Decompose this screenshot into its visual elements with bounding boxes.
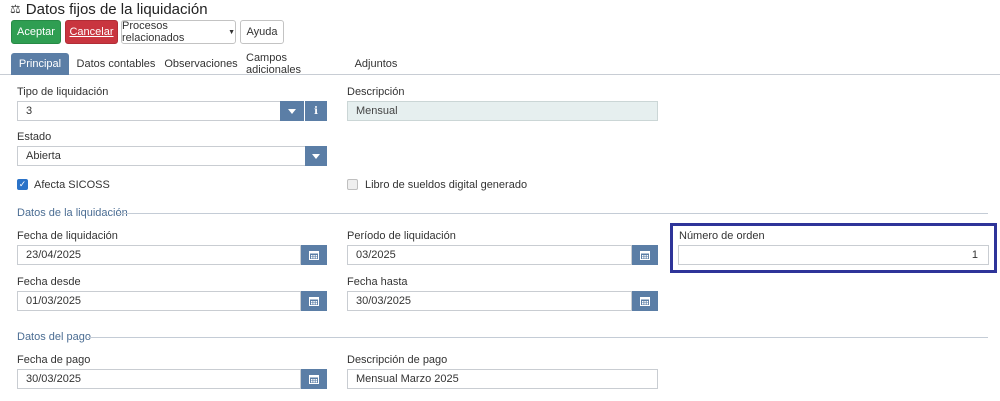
numero-orden-label: Número de orden	[679, 230, 765, 242]
fecha-liquidacion-value: 23/04/2025	[26, 249, 82, 261]
calendar-icon	[309, 297, 319, 306]
section-datos-pago: Datos del pago	[17, 331, 91, 343]
libro-sueldos-label: Libro de sueldos digital generado	[365, 179, 528, 191]
tab-label: Adjuntos	[354, 58, 398, 70]
fecha-hasta-input[interactable]: 30/03/2025	[347, 291, 632, 311]
page-title-text: Datos fijos de la liquidación	[25, 0, 208, 18]
fecha-hasta-label: Fecha hasta	[347, 276, 408, 288]
numero-orden-value: 1	[971, 249, 978, 261]
descripcion-pago-label: Descripción de pago	[347, 354, 448, 366]
section-divider	[117, 213, 988, 214]
caret-down-icon	[312, 153, 320, 159]
periodo-liquidacion-label: Período de liquidación	[347, 230, 456, 242]
cancelar-button-label: Cancelar	[69, 26, 114, 38]
fecha-liquidacion-calendar-button[interactable]	[301, 245, 327, 265]
procesos-relacionados-label: Procesos relacionados	[122, 20, 185, 44]
calendar-icon	[309, 251, 319, 260]
tab-campos-adicionales[interactable]: Campos adicionales	[246, 52, 340, 76]
descripcion-pago-value: Mensual Marzo 2025	[356, 373, 459, 385]
calendar-icon	[640, 297, 650, 306]
ayuda-button[interactable]: Ayuda	[240, 20, 284, 44]
section-divider	[88, 337, 988, 338]
fecha-hasta-value: 30/03/2025	[356, 295, 412, 307]
fecha-desde-value: 01/03/2025	[26, 295, 82, 307]
procesos-relacionados-dropdown[interactable]: Procesos relacionados ▼	[121, 20, 236, 44]
tab-adjuntos[interactable]: Adjuntos	[347, 53, 405, 75]
periodo-liquidacion-value: 03/2025	[356, 249, 396, 261]
tab-label: Principal	[18, 58, 62, 70]
descripcion-pago-input[interactable]: Mensual Marzo 2025	[347, 369, 658, 389]
aceptar-button[interactable]: Aceptar	[11, 20, 61, 44]
fecha-liquidacion-label: Fecha de liquidación	[17, 230, 118, 242]
tipo-liquidacion-dropdown-button[interactable]	[280, 101, 304, 121]
tab-bar: Principal Datos contables Observaciones …	[0, 52, 1000, 76]
libro-sueldos-checkbox[interactable]	[347, 179, 358, 190]
tipo-liquidacion-value: 3	[26, 105, 33, 117]
info-button[interactable]: i	[305, 101, 327, 121]
fecha-pago-label: Fecha de pago	[17, 354, 91, 366]
caret-down-icon: ▼	[228, 28, 235, 36]
balance-scale-icon: ⚖	[10, 2, 21, 16]
afecta-sicoss-checkbox[interactable]: ✓	[17, 179, 28, 190]
fecha-pago-value: 30/03/2025	[26, 373, 82, 385]
ayuda-button-label: Ayuda	[246, 26, 278, 38]
aceptar-button-label: Aceptar	[17, 26, 55, 38]
calendar-icon	[309, 375, 319, 384]
fecha-pago-calendar-button[interactable]	[301, 369, 327, 389]
tab-label: Observaciones	[164, 58, 238, 70]
tipo-liquidacion-field[interactable]: 3	[17, 101, 281, 121]
tab-observaciones[interactable]: Observaciones	[163, 53, 239, 75]
tab-label: Datos contables	[76, 58, 156, 70]
periodo-liquidacion-calendar-button[interactable]	[632, 245, 658, 265]
check-icon: ✓	[18, 179, 27, 189]
page-title: ⚖ Datos fijos de la liquidación	[10, 0, 208, 18]
estado-dropdown-button[interactable]	[305, 146, 327, 166]
tab-principal[interactable]: Principal	[11, 53, 69, 75]
descripcion-field: Mensual	[347, 101, 658, 121]
estado-select[interactable]: Abierta	[17, 146, 306, 166]
fecha-pago-input[interactable]: 30/03/2025	[17, 369, 301, 389]
estado-value: Abierta	[26, 150, 61, 162]
tipo-liquidacion-label: Tipo de liquidación	[17, 86, 109, 98]
fecha-desde-calendar-button[interactable]	[301, 291, 327, 311]
fecha-desde-input[interactable]: 01/03/2025	[17, 291, 301, 311]
tab-label: Campos adicionales	[246, 52, 302, 76]
section-datos-liquidacion: Datos de la liquidación	[17, 207, 128, 219]
calendar-icon	[640, 251, 650, 260]
descripcion-label: Descripción	[347, 86, 405, 98]
info-icon: i	[314, 105, 318, 117]
estado-label: Estado	[17, 131, 52, 143]
fecha-desde-label: Fecha desde	[17, 276, 81, 288]
caret-down-icon	[288, 108, 296, 114]
tab-datos-contables[interactable]: Datos contables	[76, 53, 156, 75]
numero-orden-input[interactable]: 1	[678, 245, 989, 265]
fecha-hasta-calendar-button[interactable]	[632, 291, 658, 311]
afecta-sicoss-label: Afecta SICOSS	[34, 179, 110, 191]
fecha-liquidacion-input[interactable]: 23/04/2025	[17, 245, 301, 265]
periodo-liquidacion-input[interactable]: 03/2025	[347, 245, 632, 265]
descripcion-value: Mensual	[356, 105, 398, 117]
cancelar-button[interactable]: Cancelar	[65, 20, 118, 44]
